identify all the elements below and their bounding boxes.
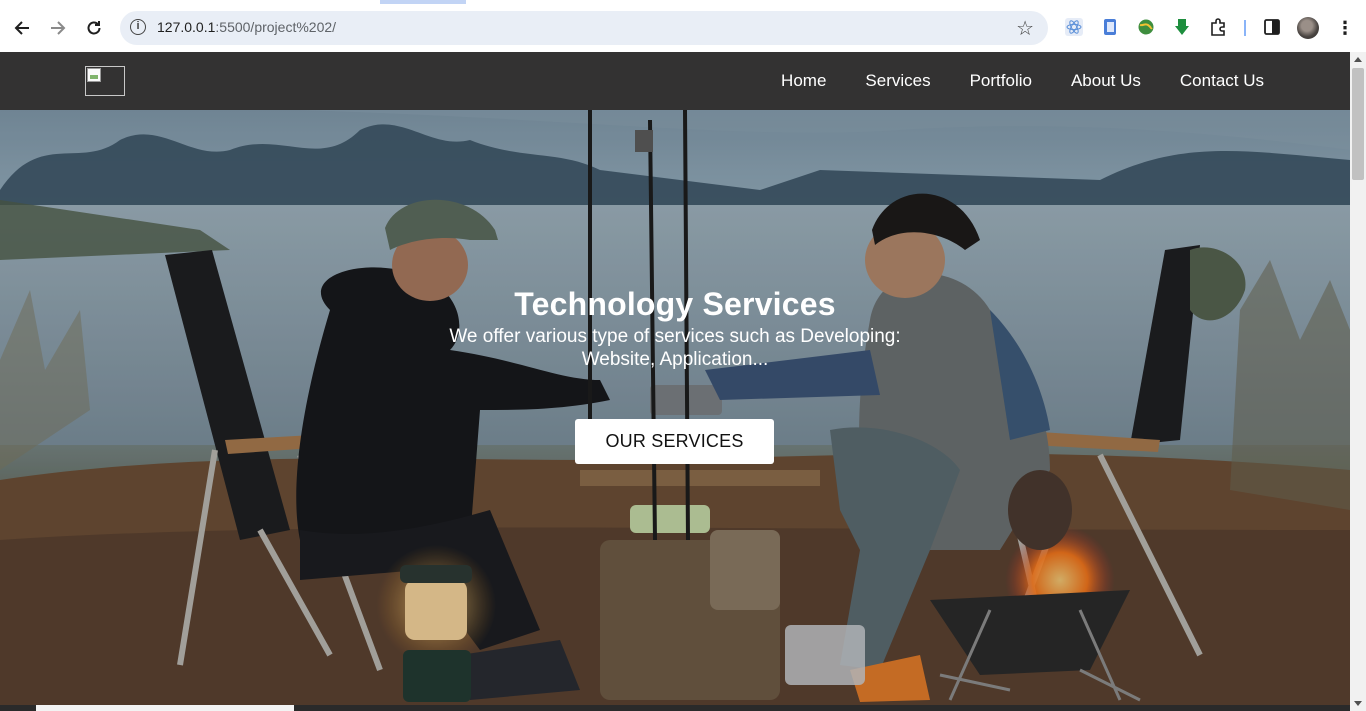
address-bar[interactable]: i 127.0.0.1:5500/project%202/ ☆ <box>120 11 1048 45</box>
nav-contact-link[interactable]: Contact Us <box>1180 70 1264 92</box>
react-devtools-icon[interactable] <box>1065 18 1083 36</box>
nav-home-link[interactable]: Home <box>781 70 826 92</box>
arrow-left-icon[interactable] <box>10 16 34 40</box>
browser-frame: i 127.0.0.1:5500/project%202/ ☆ ⋮ <box>0 0 1366 52</box>
os-taskbar-edge <box>0 705 1350 711</box>
main-menu: Home Services Portfolio About Us Contact… <box>781 70 1264 92</box>
site-navbar: Home Services Portfolio About Us Contact… <box>0 52 1350 110</box>
browser-toolbar: i 127.0.0.1:5500/project%202/ ☆ ⋮ <box>0 4 1366 52</box>
puzzle-icon[interactable] <box>1209 18 1227 36</box>
url-path: :5500/project%202/ <box>215 19 337 35</box>
hero-section: Technology Services We offer various typ… <box>0 110 1350 711</box>
url-host: 127.0.0.1 <box>157 19 216 35</box>
url-text[interactable]: 127.0.0.1:5500/project%202/ <box>157 19 336 35</box>
broken-image-icon <box>87 68 101 82</box>
nav-services-link[interactable]: Services <box>865 70 930 92</box>
download-extension-icon[interactable] <box>1173 18 1191 36</box>
document-extension-icon[interactable] <box>1101 18 1119 36</box>
nav-portfolio-link[interactable]: Portfolio <box>970 70 1032 92</box>
hero-text-block: Technology Services We offer various typ… <box>0 286 1350 371</box>
info-icon[interactable]: i <box>130 19 146 35</box>
nav-about-link[interactable]: About Us <box>1071 70 1141 92</box>
side-panel-icon[interactable] <box>1263 18 1281 36</box>
globe-extension-icon[interactable] <box>1137 18 1155 36</box>
hero-subtitle: We offer various type of services such a… <box>449 326 901 370</box>
taskbar-search-edge[interactable] <box>36 705 294 711</box>
hero-background-photo <box>0 110 1350 711</box>
hero-title: Technology Services <box>514 286 836 322</box>
reload-icon[interactable] <box>82 16 106 40</box>
toolbar-separator <box>1244 20 1246 36</box>
scroll-down-icon[interactable] <box>1354 701 1362 706</box>
page-scrollbar[interactable] <box>1350 52 1366 711</box>
kebab-menu-icon[interactable]: ⋮ <box>1336 17 1354 39</box>
our-services-button[interactable]: OUR SERVICES <box>575 419 774 464</box>
broken-logo-image[interactable] <box>85 66 125 96</box>
scrollbar-thumb[interactable] <box>1352 68 1364 180</box>
page-viewport: Home Services Portfolio About Us Contact… <box>0 52 1350 711</box>
arrow-right-icon[interactable] <box>46 16 70 40</box>
profile-avatar[interactable] <box>1297 17 1319 39</box>
scroll-up-icon[interactable] <box>1354 57 1362 62</box>
star-icon[interactable]: ☆ <box>1016 16 1034 41</box>
